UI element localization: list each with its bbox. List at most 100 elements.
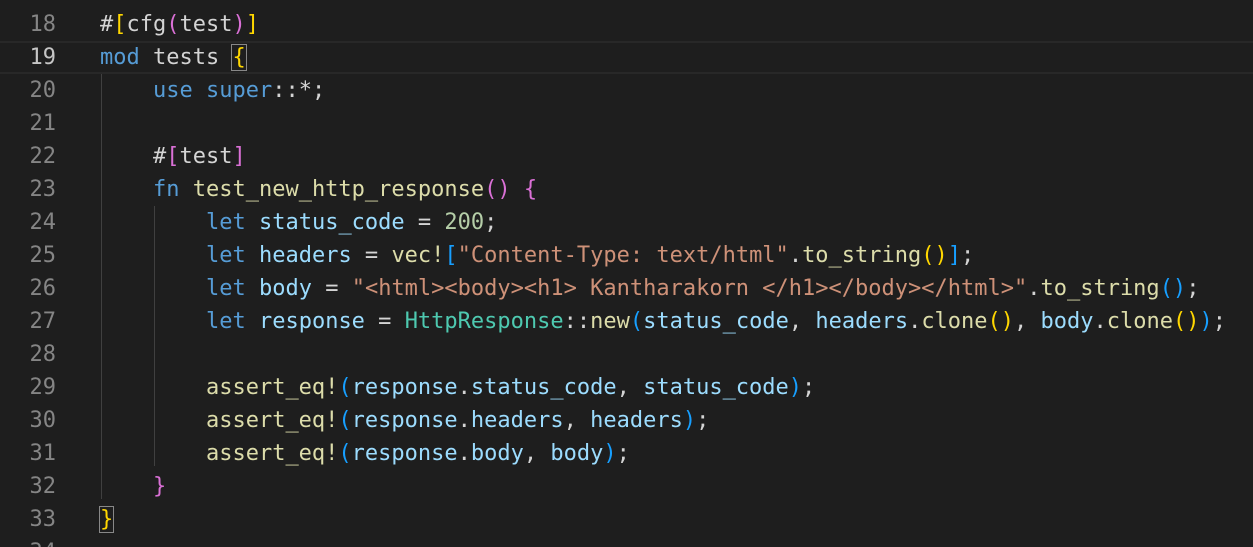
code-line[interactable]: 23 fn test_new_http_response() { <box>0 173 1253 206</box>
code-token: [ <box>444 243 458 268</box>
code-token: { <box>231 44 247 71</box>
code-text[interactable]: mod tests { <box>100 41 247 74</box>
code-token: tests <box>139 45 233 70</box>
code-text[interactable]: assert_eq!(response.headers, headers); <box>100 404 709 437</box>
code-token: response <box>258 309 365 334</box>
line-number: 22 <box>29 144 57 169</box>
code-token: response <box>351 441 458 466</box>
code-line[interactable]: 27 let response = HttpResponse::new(stat… <box>0 305 1253 338</box>
code-token: test_new_http_response <box>192 177 485 202</box>
code-token: } <box>98 506 115 533</box>
code-token: () <box>484 177 511 202</box>
code-token: headers <box>470 408 564 433</box>
code-token: super <box>205 78 273 103</box>
code-token: = <box>351 243 392 268</box>
code-text[interactable]: } <box>98 503 115 536</box>
code-text[interactable]: fn test_new_http_response() { <box>100 173 537 206</box>
code-token: use <box>152 78 193 103</box>
code-token: . <box>1093 309 1107 334</box>
code-token: headers <box>590 408 683 433</box>
code-token: to_string <box>802 243 922 268</box>
line-number: 19 <box>29 45 57 70</box>
code-token: ; <box>484 210 498 235</box>
line-number: 20 <box>29 78 57 103</box>
code-token: [ <box>166 144 180 169</box>
code-token: . <box>457 375 471 400</box>
code-token: fn <box>152 177 180 202</box>
code-token: let <box>205 243 246 268</box>
code-token: new <box>590 309 630 334</box>
code-token: () <box>1173 309 1200 334</box>
code-token: ) <box>232 12 246 37</box>
code-line[interactable]: 22 #[test] <box>0 140 1253 173</box>
line-number: 21 <box>29 111 57 136</box>
code-text[interactable]: assert_eq!(response.body, body); <box>100 437 630 470</box>
code-line[interactable]: 32 } <box>0 470 1253 503</box>
code-token: body <box>1040 309 1094 334</box>
line-number: 25 <box>29 243 57 268</box>
code-token: :: <box>563 309 591 334</box>
code-token: ] <box>245 12 259 37</box>
code-token: [ <box>113 12 127 37</box>
code-text[interactable]: let headers = vec!["Content-Type: text/h… <box>100 239 974 272</box>
code-token: let <box>205 309 246 334</box>
code-token: "Content-Type: text/html" <box>457 243 789 268</box>
code-token: assert_eq! <box>205 375 339 400</box>
code-text[interactable]: let response = HttpResponse::new(status_… <box>100 305 1226 338</box>
code-text[interactable]: let body = "<html><body><h1> Kantharakor… <box>100 272 1199 305</box>
code-token: ( <box>338 408 352 433</box>
code-text[interactable]: let status_code = 200; <box>100 206 497 239</box>
code-line[interactable]: 34 <box>0 536 1253 547</box>
line-number: 18 <box>29 12 57 37</box>
code-text[interactable]: assert_eq!(response.status_code, status_… <box>100 371 815 404</box>
code-token: , <box>1014 309 1041 334</box>
code-token: test <box>179 12 233 37</box>
line-number: 24 <box>29 210 57 235</box>
code-line[interactable]: 30 assert_eq!(response.headers, headers)… <box>0 404 1253 437</box>
code-token: let <box>205 276 246 301</box>
code-token: = <box>311 276 352 301</box>
code-token: . <box>1027 276 1041 301</box>
code-token: let <box>205 210 246 235</box>
code-line[interactable]: 19 mod tests { <box>0 41 1253 74</box>
code-line[interactable]: 18 #[cfg(test)] <box>0 8 1253 41</box>
code-line[interactable]: 31 assert_eq!(response.body, body); <box>0 437 1253 470</box>
code-line[interactable]: 21 <box>0 107 1253 140</box>
code-editor[interactable]: 18 #[cfg(test)] 19 mod tests {20 use super:… <box>0 0 1253 547</box>
line-number: 31 <box>29 441 57 466</box>
code-token: ] <box>947 243 962 268</box>
code-token: cfg <box>126 12 167 37</box>
code-text[interactable]: use super::*; <box>100 74 325 107</box>
code-token: assert_eq! <box>205 408 339 433</box>
code-line[interactable]: 29 assert_eq!(response.status_code, stat… <box>0 371 1253 404</box>
code-token: ) <box>788 375 803 400</box>
code-token: ) <box>682 408 697 433</box>
code-token: status_code <box>258 210 405 235</box>
code-token: body <box>550 441 604 466</box>
code-line[interactable]: 24 let status_code = 200; <box>0 206 1253 239</box>
code-token: ( <box>338 441 352 466</box>
code-text[interactable]: } <box>100 470 166 503</box>
code-token: = <box>364 309 405 334</box>
code-line[interactable]: 26 let body = "<html><body><h1> Kanthara… <box>0 272 1253 305</box>
line-number: 23 <box>29 177 57 202</box>
code-token: to_string <box>1040 276 1160 301</box>
line-number: 34 <box>0 536 57 547</box>
code-text[interactable]: #[test] <box>100 140 246 173</box>
line-number: 32 <box>29 474 57 499</box>
code-token: status_code <box>470 375 617 400</box>
code-line[interactable]: 33} <box>0 503 1253 536</box>
code-text[interactable]: #[cfg(test)] <box>100 8 259 41</box>
code-token: ( <box>338 375 352 400</box>
code-token: status_code <box>643 309 789 334</box>
code-line[interactable]: 25 let headers = vec!["Content-Type: tex… <box>0 239 1253 272</box>
code-line[interactable]: 20 use super::*; <box>0 74 1253 107</box>
code-token: . <box>788 243 803 268</box>
code-line[interactable]: 28 <box>0 338 1253 371</box>
